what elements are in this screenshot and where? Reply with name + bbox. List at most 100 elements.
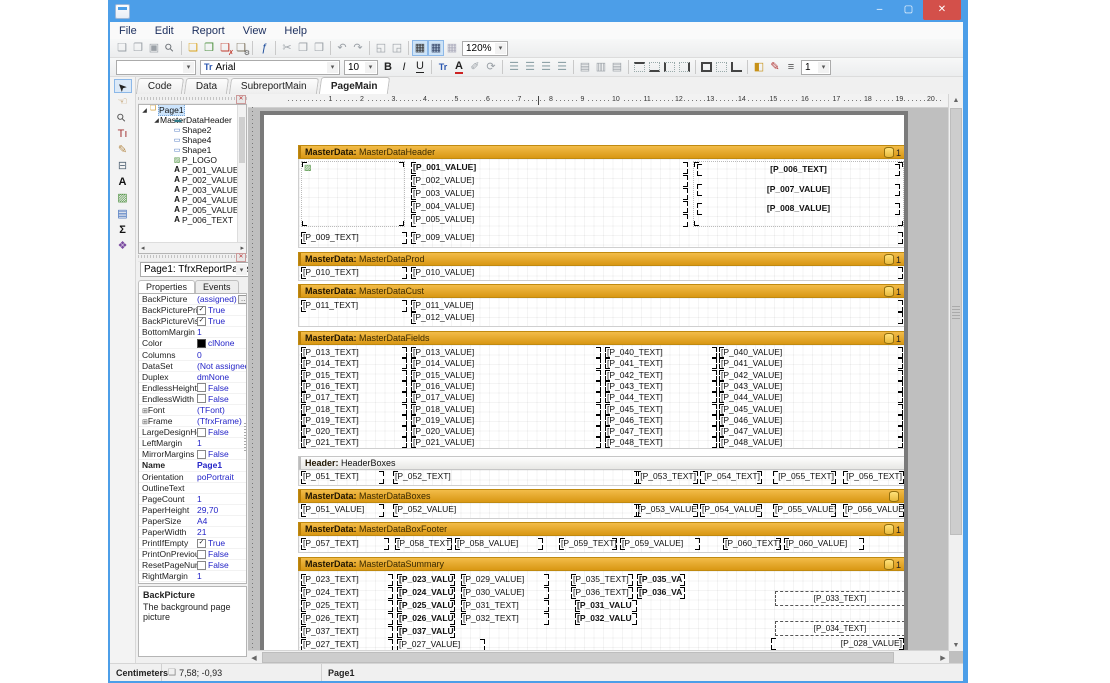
property-value[interactable]: False	[197, 427, 246, 437]
band-body[interactable]: [P_051_VALUE][P_052_VALUE][P_053_VALUE][…	[298, 503, 904, 519]
chevron-down-icon[interactable]: ▾	[495, 43, 506, 54]
report-object[interactable]: [P_001_VALUE]	[411, 162, 688, 174]
paste-icon[interactable]: ❒	[311, 40, 327, 56]
maximize-button[interactable]: ▢	[894, 0, 923, 20]
band-header[interactable]: MasterData: MasterDataFields1	[298, 331, 904, 345]
tree-item[interactable]: ▨P_LOGO	[139, 155, 238, 165]
report-object[interactable]: [P_007_VALUE]	[697, 184, 900, 196]
report-object[interactable]: [P_046_VALUE]	[719, 415, 903, 426]
align-center-icon[interactable]: ☰	[522, 59, 538, 75]
report-object[interactable]: [P_056_VALUE]	[843, 504, 904, 517]
tree-panel-grip[interactable]: ✕	[138, 95, 247, 104]
property-value[interactable]: ✓True	[197, 316, 246, 326]
font-color-icon[interactable]: A	[451, 59, 467, 75]
property-row[interactable]: PaperWidth21	[139, 527, 246, 538]
property-value[interactable]: 1	[197, 327, 246, 337]
tree-item[interactable]: ▭Shape1	[139, 145, 238, 155]
panel-close-icon[interactable]: ✕	[236, 95, 246, 104]
scroll-left-icon[interactable]: ◂	[141, 244, 145, 252]
report-object[interactable]: [P_014_VALUE]	[411, 358, 601, 369]
align-justify-icon[interactable]: ☰	[554, 59, 570, 75]
underline-button[interactable]: U	[412, 59, 428, 75]
report-object[interactable]: [P_042_TEXT]	[605, 370, 717, 381]
valign-top-icon[interactable]: ▤	[577, 59, 593, 75]
report-object[interactable]: [P_060_TEXT]	[723, 538, 781, 550]
report-object[interactable]: [P_023_VALU	[397, 574, 455, 586]
property-value[interactable]: 1	[197, 438, 246, 448]
report-object[interactable]: [P_005_VALUE]	[411, 214, 688, 227]
report-object[interactable]: [P_059_TEXT]	[559, 538, 617, 550]
report-object[interactable]: [P_016_VALUE]	[411, 381, 601, 392]
report-object[interactable]: [P_057_TEXT]	[301, 538, 389, 550]
align-to-grid-icon[interactable]: ▦	[428, 40, 444, 56]
tree-item[interactable]: AP_004_VALUE	[139, 195, 238, 205]
italic-button[interactable]: I	[396, 59, 412, 75]
tree-expander-icon[interactable]: ◢	[153, 117, 160, 124]
insert-band-tool[interactable]: ⊟	[114, 159, 132, 173]
property-row[interactable]: LeftMargin1	[139, 438, 246, 449]
minimize-button[interactable]: –	[865, 0, 894, 20]
chevron-down-icon[interactable]: ▾	[236, 264, 247, 275]
property-row[interactable]: EndlessHeightFalse	[139, 383, 246, 394]
report-object[interactable]: [P_016_TEXT]	[301, 381, 407, 392]
property-row[interactable]: Columns0	[139, 349, 246, 360]
property-row[interactable]: OutlineText	[139, 483, 246, 494]
property-value[interactable]: clNone	[197, 338, 246, 348]
report-object[interactable]: [P_006_TEXT]	[697, 164, 900, 176]
report-object[interactable]: [P_035_TEXT]	[571, 574, 633, 586]
property-value[interactable]: (TfrxFrame)	[197, 416, 246, 426]
report-object[interactable]: [P_058_VALUE]	[455, 538, 543, 550]
property-value[interactable]: 1	[197, 494, 246, 504]
scroll-right-icon[interactable]: ▸	[240, 244, 244, 252]
report-object[interactable]: [P_017_TEXT]	[301, 392, 407, 403]
report-object[interactable]: [P_046_TEXT]	[605, 415, 717, 426]
property-row[interactable]: PrintOnPreviousPageFalse	[139, 549, 246, 560]
report-object[interactable]: [P_048_VALUE]	[719, 437, 903, 448]
highlight-icon[interactable]: ✐	[467, 59, 483, 75]
band-body[interactable]: [P_023_TEXT][P_023_VALU[P_029_VALUE][P_0…	[298, 571, 904, 651]
report-object[interactable]: [P_012_VALUE]	[411, 312, 903, 324]
report-object[interactable]: [P_041_VALUE]	[719, 358, 903, 369]
checkbox-icon[interactable]	[197, 394, 206, 403]
report-object[interactable]: [P_052_VALUE]	[393, 504, 639, 517]
frame-right-icon[interactable]	[679, 62, 690, 72]
band-header[interactable]: MasterData: MasterDataHeader1	[298, 145, 904, 159]
vertical-scrollbar[interactable]: ▲ ▼	[948, 94, 963, 651]
band-header[interactable]: MasterData: MasterDataProd1	[298, 252, 904, 266]
undo-icon[interactable]: ↶	[334, 40, 350, 56]
report-object[interactable]: [P_017_VALUE]	[411, 392, 601, 403]
property-value[interactable]: 0	[197, 350, 246, 360]
property-value[interactable]: Page1	[197, 460, 246, 470]
props-panel-grip[interactable]: ✕	[138, 253, 247, 262]
frame-bottom-icon[interactable]	[649, 62, 660, 72]
tree-item[interactable]: ◢❏Page1	[139, 105, 238, 115]
report-object[interactable]: [P_035_VA	[637, 574, 685, 586]
report-object[interactable]: [P_043_VALUE]	[719, 381, 903, 392]
band-header[interactable]: MasterData: MasterDataBoxes	[298, 489, 904, 503]
band-body[interactable]: [P_011_TEXT][P_011_VALUE][P_012_VALUE]	[298, 298, 904, 327]
report-object[interactable]: [P_053_VALUE]	[636, 504, 698, 517]
report-object-box[interactable]: ▨	[301, 161, 405, 227]
checkbox-icon[interactable]: ✓	[197, 539, 206, 548]
report-object[interactable]: [P_037_VALU	[397, 626, 455, 638]
band-header[interactable]: MasterData: MasterDataSummary1	[298, 557, 904, 571]
script-icon[interactable]: ƒ	[256, 40, 272, 56]
report-object[interactable]: [P_037_TEXT]	[301, 626, 393, 638]
frame-left-icon[interactable]	[664, 62, 675, 72]
ungroup-icon[interactable]: ◲	[389, 40, 405, 56]
page-settings-icon[interactable]: ❏⚙	[233, 40, 249, 56]
property-row[interactable]: OrientationpoPortrait	[139, 472, 246, 483]
redo-icon[interactable]: ↷	[350, 40, 366, 56]
property-row[interactable]: PaperSizeA4	[139, 516, 246, 527]
property-row[interactable]: ResetPageNumberingFalse	[139, 560, 246, 571]
chevron-down-icon[interactable]: ▾	[183, 62, 194, 73]
report-object[interactable]: [P_058_TEXT]	[395, 538, 452, 550]
scroll-up-icon[interactable]: ▲	[949, 94, 963, 106]
property-value[interactable]: A4	[197, 516, 246, 526]
menu-item-view[interactable]: View	[234, 24, 276, 38]
report-object[interactable]: [P_010_VALUE]	[411, 267, 903, 279]
checkbox-icon[interactable]	[197, 428, 206, 437]
tree-item[interactable]: AP_001_VALUE	[139, 165, 238, 175]
property-value[interactable]: False	[197, 549, 246, 559]
new-dialog-page-icon[interactable]: ❐	[201, 40, 217, 56]
